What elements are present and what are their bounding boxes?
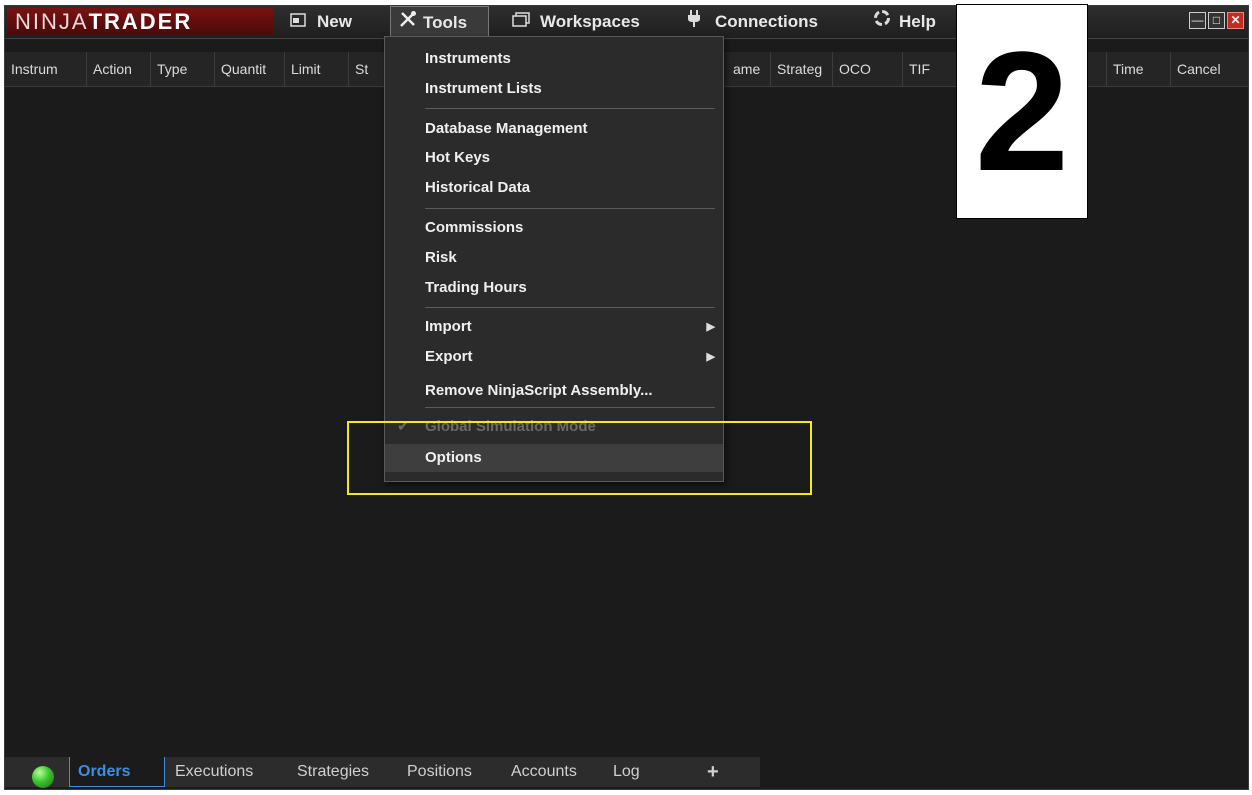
menu-item-import-label: Import	[425, 318, 472, 335]
menu-tools-label: Tools	[423, 13, 468, 32]
menu-item-import[interactable]: Import ▶	[385, 313, 723, 341]
tab-strategies[interactable]: Strategies	[289, 757, 389, 787]
help-ring-icon	[871, 6, 893, 38]
connection-status-led-icon	[32, 766, 54, 788]
bottom-tab-bar: Orders Executions Strategies Positions A…	[5, 753, 1248, 789]
maximize-icon[interactable]: □	[1208, 12, 1225, 29]
workspaces-icon	[510, 6, 532, 38]
submenu-arrow-icon: ▶	[706, 321, 715, 333]
menu-item-historical-data[interactable]: Historical Data	[385, 174, 723, 202]
column-quantity[interactable]: Quantit	[215, 52, 285, 86]
menu-workspaces[interactable]: Workspaces	[510, 6, 640, 38]
menu-separator	[425, 307, 715, 308]
submenu-arrow-icon: ▶	[706, 351, 715, 363]
menu-item-risk[interactable]: Risk	[385, 244, 723, 272]
logo-text-light: NINJA	[15, 9, 89, 34]
column-action[interactable]: Action	[87, 52, 151, 86]
menu-item-remove-ninjascript-assembly[interactable]: Remove NinjaScript Assembly...	[385, 377, 723, 405]
minimize-icon[interactable]: —	[1189, 12, 1206, 29]
menu-item-database-management[interactable]: Database Management	[385, 115, 723, 143]
tools-icon	[399, 7, 417, 39]
menu-new[interactable]: New	[287, 6, 352, 38]
column-strategy[interactable]: Strateg	[771, 52, 833, 86]
menu-help-label: Help	[899, 12, 936, 31]
column-type[interactable]: Type	[151, 52, 215, 86]
tab-positions[interactable]: Positions	[399, 757, 495, 787]
column-oco[interactable]: OCO	[833, 52, 903, 86]
menu-workspaces-label: Workspaces	[540, 12, 640, 31]
column-time[interactable]: Time	[1107, 52, 1171, 86]
ninjatrader-logo: NINJATRADER	[7, 8, 273, 35]
add-tab-button[interactable]: +	[699, 757, 739, 787]
window-controls: — □ ✕	[1189, 12, 1244, 29]
menu-item-trading-hours[interactable]: Trading Hours	[385, 274, 723, 302]
menu-tools[interactable]: Tools	[390, 6, 489, 38]
tools-dropdown-menu: Instruments Instrument Lists Database Ma…	[384, 36, 724, 482]
column-instrument[interactable]: Instrum	[5, 52, 87, 86]
tab-accounts[interactable]: Accounts	[503, 757, 597, 787]
menu-item-hot-keys[interactable]: Hot Keys	[385, 144, 723, 172]
menu-connections-label: Connections	[715, 12, 818, 31]
menu-new-label: New	[317, 12, 352, 31]
tab-executions[interactable]: Executions	[167, 757, 281, 787]
column-cancel[interactable]: Cancel	[1171, 52, 1250, 86]
logo-text-bold: TRADER	[88, 9, 193, 34]
tab-log[interactable]: Log	[605, 757, 665, 787]
column-name[interactable]: ame	[727, 52, 771, 86]
menu-separator	[425, 208, 715, 209]
menu-item-commissions[interactable]: Commissions	[385, 214, 723, 242]
menu-item-instrument-lists[interactable]: Instrument Lists	[385, 75, 723, 103]
plug-icon	[687, 6, 701, 38]
menu-separator	[425, 407, 715, 408]
step-number-badge: 2	[956, 4, 1088, 219]
menu-help[interactable]: Help	[871, 6, 936, 38]
column-stop[interactable]: St	[349, 52, 389, 86]
menu-item-export-label: Export	[425, 348, 473, 365]
close-icon[interactable]: ✕	[1227, 12, 1244, 29]
menu-item-export[interactable]: Export ▶	[385, 343, 723, 371]
menu-item-instruments[interactable]: Instruments	[385, 45, 723, 73]
menu-connections[interactable]: Connections	[687, 6, 818, 38]
menu-separator	[425, 108, 715, 109]
tab-orders[interactable]: Orders	[69, 757, 165, 787]
new-window-icon	[287, 6, 309, 38]
options-highlight-box	[347, 421, 812, 495]
column-limit[interactable]: Limit	[285, 52, 349, 86]
